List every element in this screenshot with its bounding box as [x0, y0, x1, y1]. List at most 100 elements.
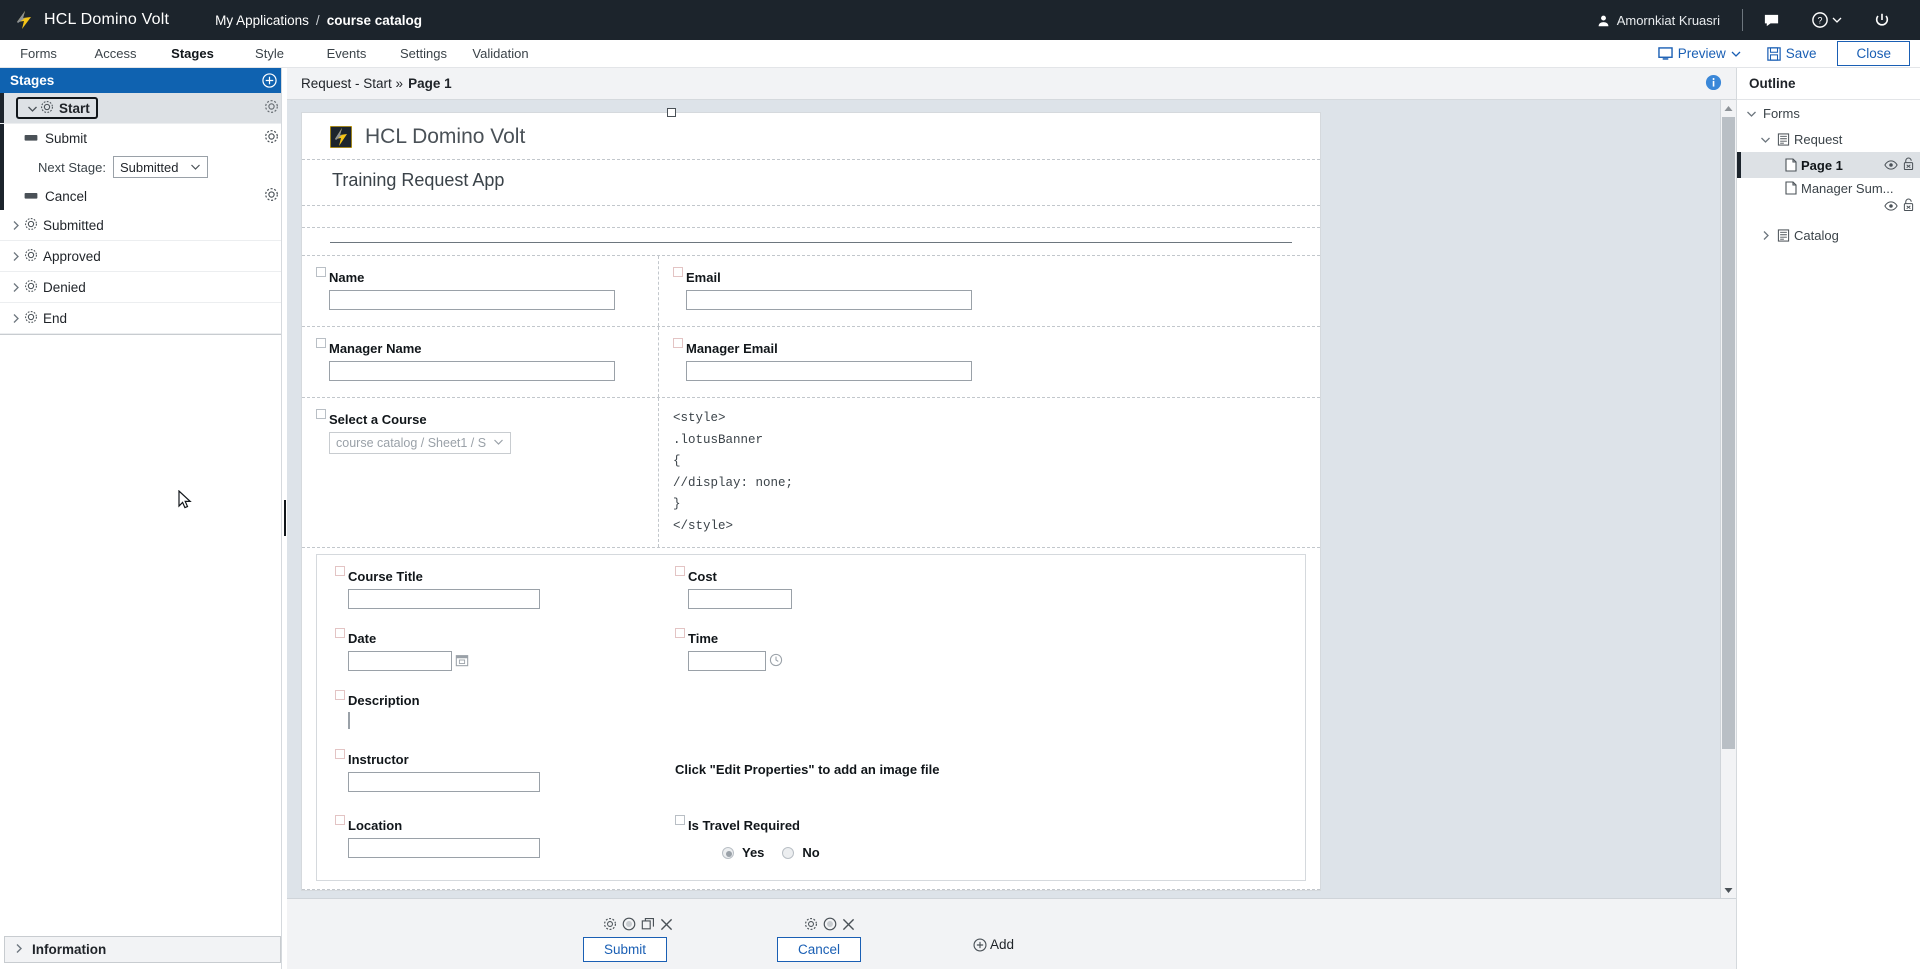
chevron-right-icon[interactable] [6, 313, 24, 324]
tab-events[interactable]: Events [308, 46, 385, 61]
field-time[interactable]: Time [675, 627, 1287, 677]
stage-item-denied[interactable]: Denied [0, 272, 287, 303]
form-brand-row[interactable]: HCL Domino Volt [302, 113, 1320, 160]
field-select-checkbox[interactable] [675, 628, 685, 638]
field-select-checkbox[interactable] [673, 267, 683, 277]
resize-handle-top-left[interactable] [667, 108, 676, 117]
time-input[interactable] [688, 651, 766, 671]
outline-node-request[interactable]: Request [1737, 126, 1920, 152]
preview-button[interactable]: Preview [1645, 46, 1754, 61]
chat-icon[interactable] [1747, 12, 1796, 29]
cancel-settings-icon[interactable] [264, 187, 279, 205]
stage-item-submitted[interactable]: Submitted [0, 210, 287, 241]
location-input[interactable] [348, 838, 540, 858]
field-select-checkbox[interactable] [675, 815, 685, 825]
outline-node-forms[interactable]: Forms [1737, 100, 1920, 126]
outline-node-page-1[interactable]: Page 1 [1737, 152, 1920, 178]
add-stage-icon[interactable] [262, 73, 277, 88]
form-divider-zone[interactable] [302, 228, 1320, 256]
breadcrumb-my-applications[interactable]: My Applications [215, 13, 309, 28]
calendar-icon[interactable] [455, 653, 469, 670]
field-select-checkbox[interactable] [335, 628, 345, 638]
submit-button[interactable]: Submit [583, 937, 667, 962]
form-cell-custom-html[interactable]: <style> .lotusBanner { //display: none; … [659, 398, 1320, 547]
clock-icon[interactable] [769, 653, 783, 670]
radio-yes[interactable] [722, 846, 734, 859]
field-cost[interactable]: Cost [675, 565, 1287, 615]
stage-action-submit[interactable]: Submit [0, 124, 287, 152]
lock-disabled-icon[interactable] [1903, 198, 1914, 215]
canvas-vertical-scrollbar[interactable] [1720, 100, 1736, 898]
field-select-checkbox[interactable] [335, 690, 345, 700]
stage-start-settings-icon[interactable] [264, 99, 279, 117]
chevron-down-icon[interactable] [24, 103, 40, 114]
add-button[interactable]: Add [973, 937, 1014, 952]
name-input[interactable] [329, 290, 615, 310]
stage-item-start[interactable]: Start [0, 93, 287, 124]
designer-breadcrumb-prefix[interactable]: Request - Start » [301, 76, 403, 91]
field-select-checkbox[interactable] [316, 409, 326, 419]
submit-style-icon[interactable] [622, 917, 636, 934]
next-stage-select[interactable]: Submitted [112, 156, 209, 178]
field-select-checkbox[interactable] [335, 566, 345, 576]
field-select-a-course[interactable]: Select a Course course catalog / Sheet1 … [316, 408, 644, 460]
submit-duplicate-icon[interactable] [641, 917, 655, 934]
submit-settings-icon[interactable] [264, 129, 279, 147]
cancel-style-icon[interactable] [823, 917, 837, 934]
field-instructor[interactable]: Instructor [335, 748, 675, 798]
manager-name-input[interactable] [329, 361, 615, 381]
email-input[interactable] [686, 290, 972, 310]
details-cell-image-placeholder[interactable]: Click "Edit Properties" to add an image … [675, 748, 1287, 798]
stage-item-approved[interactable]: Approved [0, 241, 287, 272]
date-input[interactable] [348, 651, 452, 671]
cancel-button[interactable]: Cancel [777, 937, 861, 962]
field-select-checkbox[interactable] [335, 815, 345, 825]
radio-no[interactable] [782, 846, 795, 859]
field-is-travel-required[interactable]: Is Travel Required Yes No [675, 814, 1287, 866]
tab-access[interactable]: Access [77, 46, 154, 61]
chevron-down-icon[interactable] [1757, 134, 1773, 145]
tab-forms[interactable]: Forms [0, 46, 77, 61]
visibility-eye-icon[interactable] [1884, 199, 1898, 214]
field-email[interactable]: Email [673, 266, 1306, 316]
lock-disabled-icon[interactable] [1903, 157, 1914, 174]
chevron-right-icon[interactable] [6, 220, 24, 231]
cost-input[interactable] [688, 589, 792, 609]
course-details-section[interactable]: Course Title Cost Date Time Description … [316, 554, 1306, 881]
save-button[interactable]: Save [1754, 46, 1830, 61]
field-select-checkbox[interactable] [316, 267, 326, 277]
stage-action-cancel[interactable]: Cancel [0, 182, 287, 210]
field-date[interactable]: Date [335, 627, 675, 677]
field-select-checkbox[interactable] [335, 749, 345, 759]
help-menu[interactable]: ? [1796, 12, 1858, 28]
course-select[interactable]: course catalog / Sheet1 / S [329, 432, 511, 454]
chevron-right-icon[interactable] [1757, 230, 1773, 241]
field-name[interactable]: Name [316, 266, 644, 316]
field-description[interactable]: Description [335, 689, 1287, 734]
tab-settings[interactable]: Settings [385, 46, 462, 61]
field-select-checkbox[interactable] [316, 338, 326, 348]
submit-settings-icon[interactable] [603, 917, 617, 934]
cancel-settings-icon[interactable] [804, 917, 818, 934]
visibility-eye-icon[interactable] [1884, 158, 1898, 173]
user-menu[interactable]: Amornkiat Kruasri [1579, 13, 1738, 28]
chevron-down-icon[interactable] [1743, 108, 1759, 119]
power-icon[interactable] [1858, 12, 1906, 28]
tab-stages[interactable]: Stages [154, 46, 231, 61]
instructor-input[interactable] [348, 772, 540, 792]
course-title-input[interactable] [348, 589, 540, 609]
submit-delete-icon[interactable] [660, 918, 673, 934]
close-button[interactable]: Close [1837, 41, 1910, 66]
field-manager-name[interactable]: Manager Name [316, 337, 644, 387]
tab-validation[interactable]: Validation [462, 46, 539, 61]
field-select-checkbox[interactable] [673, 338, 683, 348]
scroll-up-arrow-icon[interactable] [1721, 100, 1736, 116]
scroll-down-arrow-icon[interactable] [1721, 882, 1736, 898]
info-icon[interactable] [1705, 74, 1722, 94]
cancel-delete-icon[interactable] [842, 918, 855, 934]
field-select-checkbox[interactable] [675, 566, 685, 576]
manager-email-input[interactable] [686, 361, 972, 381]
scrollbar-thumb[interactable] [1722, 117, 1735, 749]
field-location[interactable]: Location [335, 814, 675, 864]
chevron-right-icon[interactable] [6, 282, 24, 293]
